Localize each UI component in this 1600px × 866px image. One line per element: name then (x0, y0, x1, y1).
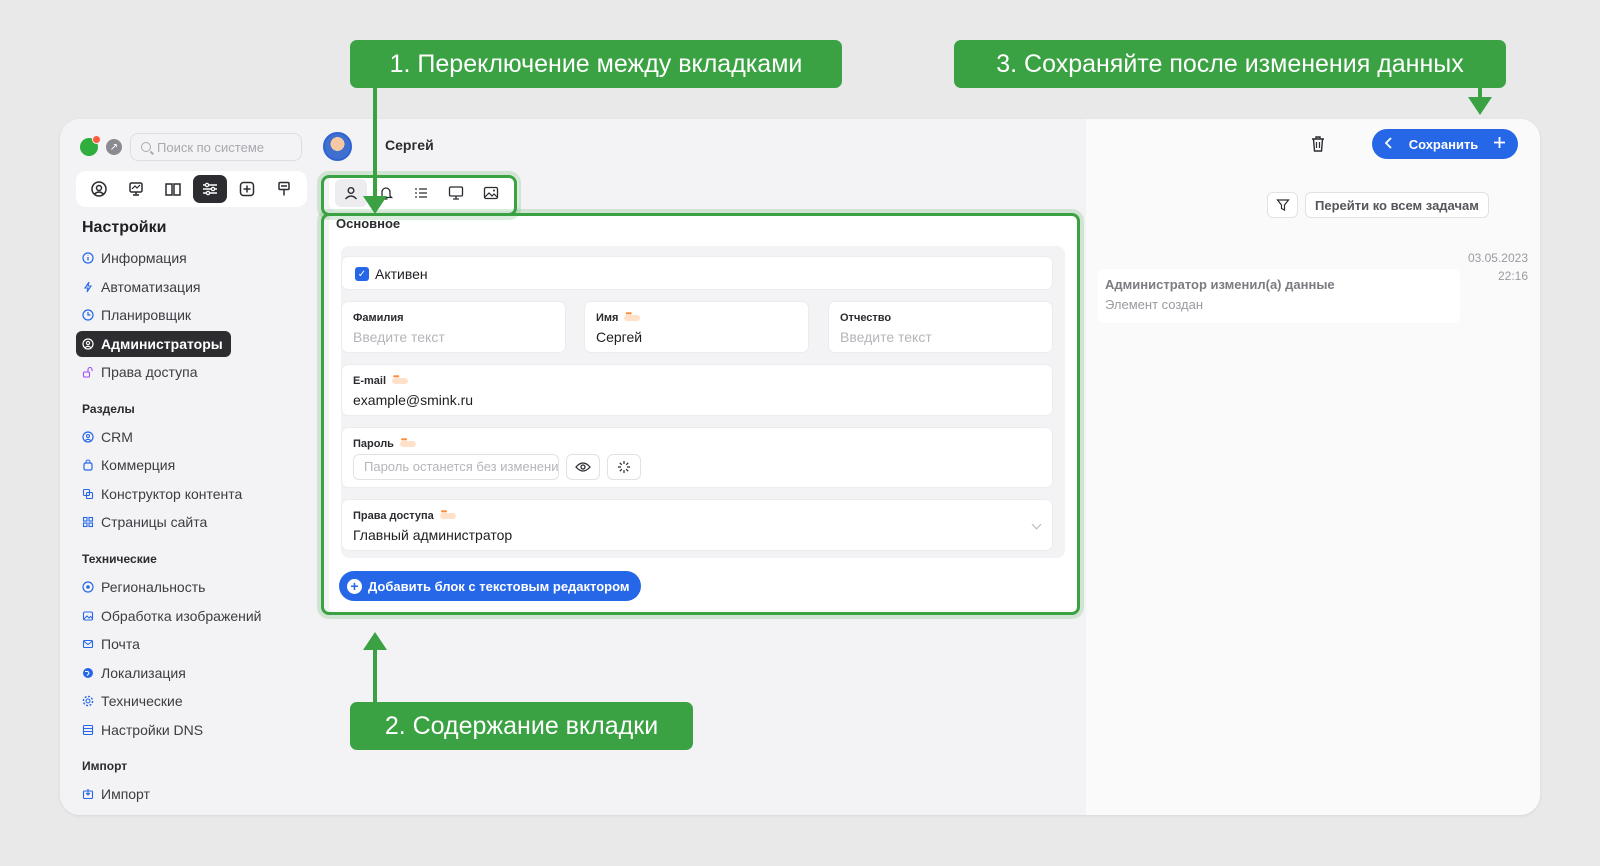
sidebar-top: ↗ Поиск по системе (80, 133, 302, 161)
search-icon (141, 142, 151, 152)
logo-icon[interactable] (80, 135, 101, 156)
tabs-highlight (321, 175, 517, 216)
server-icon (82, 724, 94, 736)
log-date: 03.05.2023 (1467, 251, 1528, 265)
sidebar-import-title: Импорт (82, 759, 128, 773)
sidebar-item-label: Информация (101, 250, 187, 266)
content-highlight (321, 213, 1080, 615)
sidebar-item-label: Страницы сайта (101, 514, 208, 530)
sidebar-item-label: Почта (101, 636, 140, 652)
sidebar-item-label: Планировщик (101, 307, 192, 323)
sidebar-section-title: Разделы (82, 402, 135, 416)
sidebar-item-commerce[interactable]: Коммерция (76, 452, 183, 478)
sidebar-item-dns-settings[interactable]: Настройки DNS (76, 717, 211, 743)
search-placeholder: Поиск по системе (157, 139, 264, 155)
all-tasks-button[interactable]: Перейти ко всем задачам (1305, 192, 1489, 218)
crm-icon (82, 431, 94, 443)
globe-icon (82, 667, 94, 679)
book-module-icon[interactable] (156, 175, 190, 203)
sidebar-technical-title: Технические (82, 552, 157, 566)
sidebar-item-image-processing[interactable]: Обработка изображений (76, 603, 269, 629)
save-label: Сохранить (1408, 136, 1479, 152)
sidebar-item-scheduler[interactable]: Планировщик (76, 302, 199, 328)
sidebar-item-import[interactable]: Импорт (76, 781, 158, 807)
trash-icon[interactable] (1310, 135, 1326, 158)
log-title: Администратор изменил(а) данные (1105, 277, 1335, 292)
arrow-up-icon (363, 632, 387, 650)
sidebar: ↗ Поиск по системе Настройки Информация … (60, 119, 323, 815)
bag-icon (82, 459, 94, 471)
tabs-callout: 1. Переключение между вкладками (350, 40, 842, 88)
constructor-icon (82, 488, 94, 500)
log-entry: Администратор изменил(а) данные Элемент … (1098, 269, 1460, 323)
back-chevron-icon[interactable] (1384, 136, 1394, 152)
filter-button[interactable] (1267, 192, 1298, 218)
search-input[interactable]: Поиск по системе (130, 133, 302, 161)
sidebar-item-site-pages[interactable]: Страницы сайта (76, 509, 215, 535)
gear-icon (82, 695, 94, 707)
content-callout-line (373, 648, 377, 702)
sidebar-item-label: Локализация (101, 665, 186, 681)
shop-module-icon[interactable] (119, 175, 153, 203)
sidebar-item-label: Региональность (101, 579, 206, 595)
sidebar-item-label: CRM (101, 429, 133, 445)
automation-icon (82, 281, 94, 293)
right-panel: Сохранить Перейти ко всем задачам 03.05.… (1086, 119, 1540, 815)
sidebar-item-label: Автоматизация (101, 279, 201, 295)
sidebar-item-label: Технические (101, 693, 183, 709)
sidebar-item-administrators[interactable]: Администраторы (76, 331, 231, 357)
user-name: Сергей (385, 137, 434, 153)
admin-icon (82, 338, 94, 350)
sidebar-item-label: Обработка изображений (101, 608, 262, 624)
sidebar-item-regionality[interactable]: Региональность (76, 574, 213, 600)
filter-icon (1275, 199, 1290, 211)
sidebar-item-automation[interactable]: Автоматизация (76, 274, 208, 300)
sidebar-item-information[interactable]: Информация (76, 245, 195, 271)
sidebar-item-label: Администраторы (101, 336, 223, 352)
log-time: 22:16 (1497, 269, 1528, 283)
save-button[interactable]: Сохранить (1372, 129, 1518, 159)
sidebar-heading: Настройки (82, 219, 167, 236)
avatar (323, 132, 352, 161)
grid-icon (82, 516, 94, 528)
info-icon (82, 252, 94, 264)
arrow-down-icon (363, 196, 387, 214)
tabs-callout-line (373, 88, 377, 200)
save-callout: 3. Сохраняйте после изменения данных (954, 40, 1506, 88)
image-icon (82, 610, 94, 622)
sidebar-item-label: Настройки DNS (101, 722, 204, 738)
sidebar-item-label: Конструктор контента (101, 486, 243, 502)
sidebar-item-technical[interactable]: Технические (76, 688, 191, 714)
content-callout: 2. Содержание вкладки (350, 702, 693, 750)
log-subtitle: Элемент создан (1105, 297, 1204, 312)
arrow-down-icon (1468, 97, 1492, 115)
plus-icon[interactable] (1493, 136, 1506, 152)
brush-module-icon[interactable] (267, 175, 301, 203)
sidebar-item-access-rights[interactable]: Права доступа (76, 359, 205, 385)
sidebar-item-label: Коммерция (101, 457, 176, 473)
unlock-icon (82, 366, 94, 378)
sidebar-item-localization[interactable]: Локализация (76, 660, 194, 686)
sidebar-item-label: Импорт (101, 786, 150, 802)
sidebar-module-switcher (76, 171, 307, 207)
crm-module-icon[interactable] (82, 175, 116, 203)
add-module-icon[interactable] (230, 175, 264, 203)
sidebar-item-crm[interactable]: CRM (76, 424, 141, 450)
log-timestamp: 03.05.2023 22:16 (1468, 249, 1528, 285)
sidebar-item-label: Права доступа (101, 364, 198, 380)
import-icon (82, 788, 94, 800)
sidebar-item-mail[interactable]: Почта (76, 631, 148, 657)
open-site-icon[interactable]: ↗ (106, 139, 122, 155)
clock-icon (82, 309, 94, 321)
location-icon (82, 581, 94, 593)
settings-module-icon[interactable] (193, 175, 228, 203)
mail-icon (82, 638, 94, 650)
sidebar-item-content-constructor[interactable]: Конструктор контента (76, 481, 250, 507)
